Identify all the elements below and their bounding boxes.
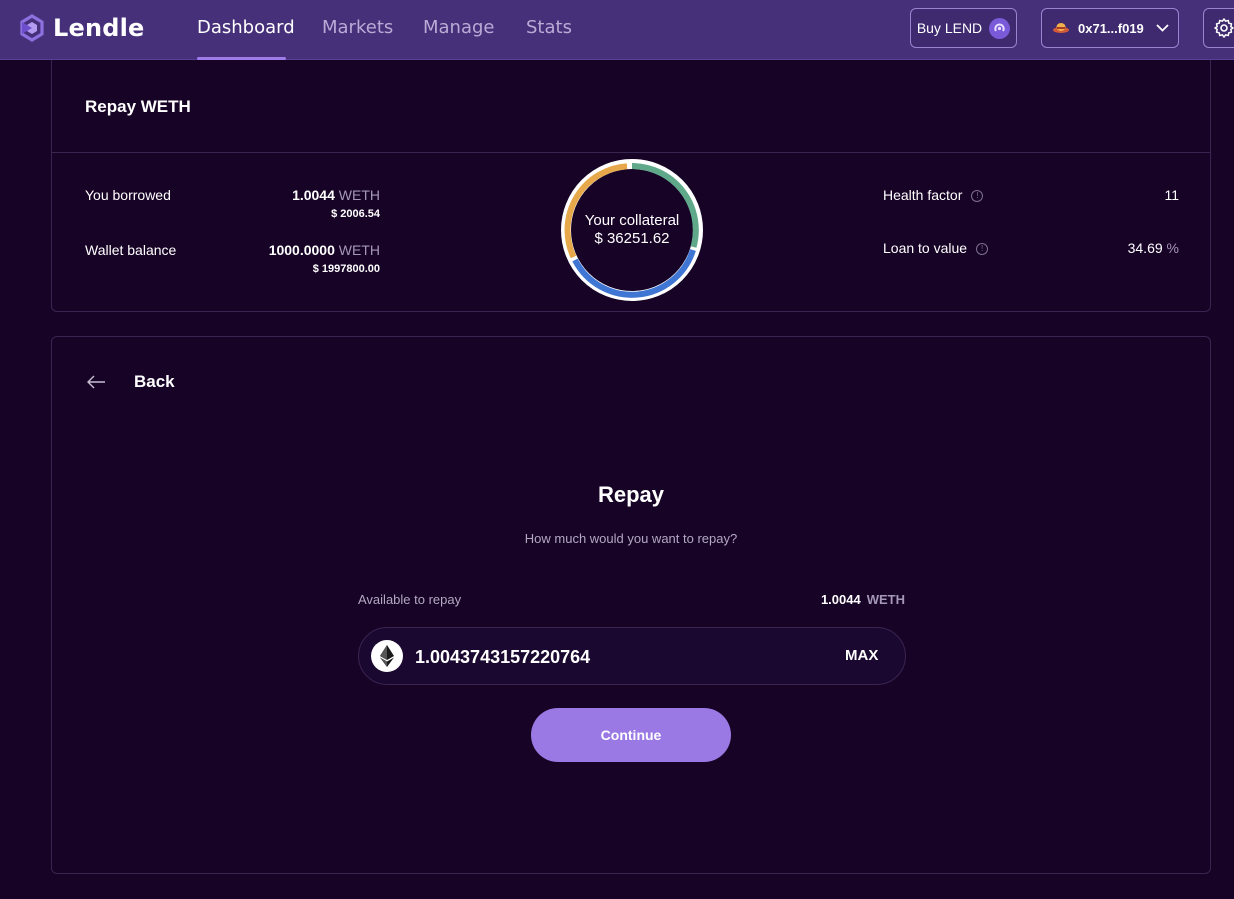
loan-to-value-value: 34.69 % [1079,240,1179,256]
health-factor-value: 11 [1164,187,1179,203]
loan-to-value-unit: % [1166,240,1179,256]
wallet-address: 0x71...f019 [1078,20,1144,36]
nav-dashboard[interactable]: Dashboard [197,17,295,38]
ethereum-icon [371,640,403,672]
wallet-balance-label: Wallet balance [85,242,177,258]
wallet-avatar-icon [1053,23,1069,33]
summary-title: Repay WETH [85,97,191,116]
collateral-label: Your collateral [584,212,680,229]
lend-coin-icon [989,17,1011,39]
loan-to-value-text: Loan to value [883,240,968,256]
collateral-value: $ 36251.62 [594,230,670,247]
top-navigation-bar: Lendle Dashboard Markets Manage Stats Bu… [0,0,1234,60]
repay-amount-field[interactable]: MAX [358,627,906,685]
wallet-balance-usd: $ 1997800.00 [312,263,380,275]
health-factor-label: Health factor! [883,187,984,203]
settings-button[interactable] [1203,8,1234,48]
collateral-summary: Your collateral $ 36251.62 [561,212,703,248]
borrowed-amount-value: 1.0044 [292,187,335,203]
gear-icon [1214,18,1234,38]
brand-logo[interactable]: Lendle [18,14,145,42]
buy-lend-button[interactable]: Buy LEND [910,8,1017,48]
wallet-balance-amount: 1000.0000 WETH [180,242,380,258]
wallet-button[interactable]: 0x71...f019 [1041,8,1179,48]
borrowed-amount: 1.0044 WETH [180,187,380,203]
repay-form-card: Back Repay How much would you want to re… [51,336,1211,874]
info-icon[interactable]: ! [971,190,984,203]
available-to-repay-value: 1.0044 [820,592,861,607]
available-to-repay-amount: 1.0044 WETH [705,592,905,607]
brand-name: Lendle [53,14,145,42]
nav-manage[interactable]: Manage [423,17,495,38]
repay-summary-card: Repay WETH You borrowed 1.0044 WETH $ 20… [51,60,1211,312]
repay-heading: Repay [597,482,665,507]
max-button[interactable]: MAX [845,647,878,664]
buy-lend-label: Buy LEND [916,20,983,36]
wallet-balance-value: 1000.0000 [268,242,335,258]
repay-question: How much would you want to repay? [524,531,738,546]
wallet-balance-unit: WETH [338,242,380,258]
borrowed-usd: $ 2006.54 [331,208,380,220]
continue-button[interactable]: Continue [531,708,731,762]
nav-markets[interactable]: Markets [322,17,393,38]
borrowed-amount-unit: WETH [338,187,380,203]
lendle-logo-icon [20,14,44,42]
arrow-left-icon [87,375,105,389]
borrowed-label: You borrowed [85,187,171,203]
chevron-down-icon [1156,24,1169,32]
loan-to-value-label: Loan to value! [883,240,989,256]
health-factor-text: Health factor [883,187,963,203]
back-label: Back [134,372,175,391]
available-to-repay-unit: WETH [866,592,905,607]
loan-to-value-number: 34.69 [1127,240,1163,256]
info-icon[interactable]: ! [976,243,989,256]
nav-stats[interactable]: Stats [526,17,572,38]
available-to-repay-label: Available to repay [358,592,462,607]
summary-divider [52,152,1210,153]
back-button[interactable]: Back [86,372,175,392]
repay-amount-input[interactable] [415,644,795,670]
